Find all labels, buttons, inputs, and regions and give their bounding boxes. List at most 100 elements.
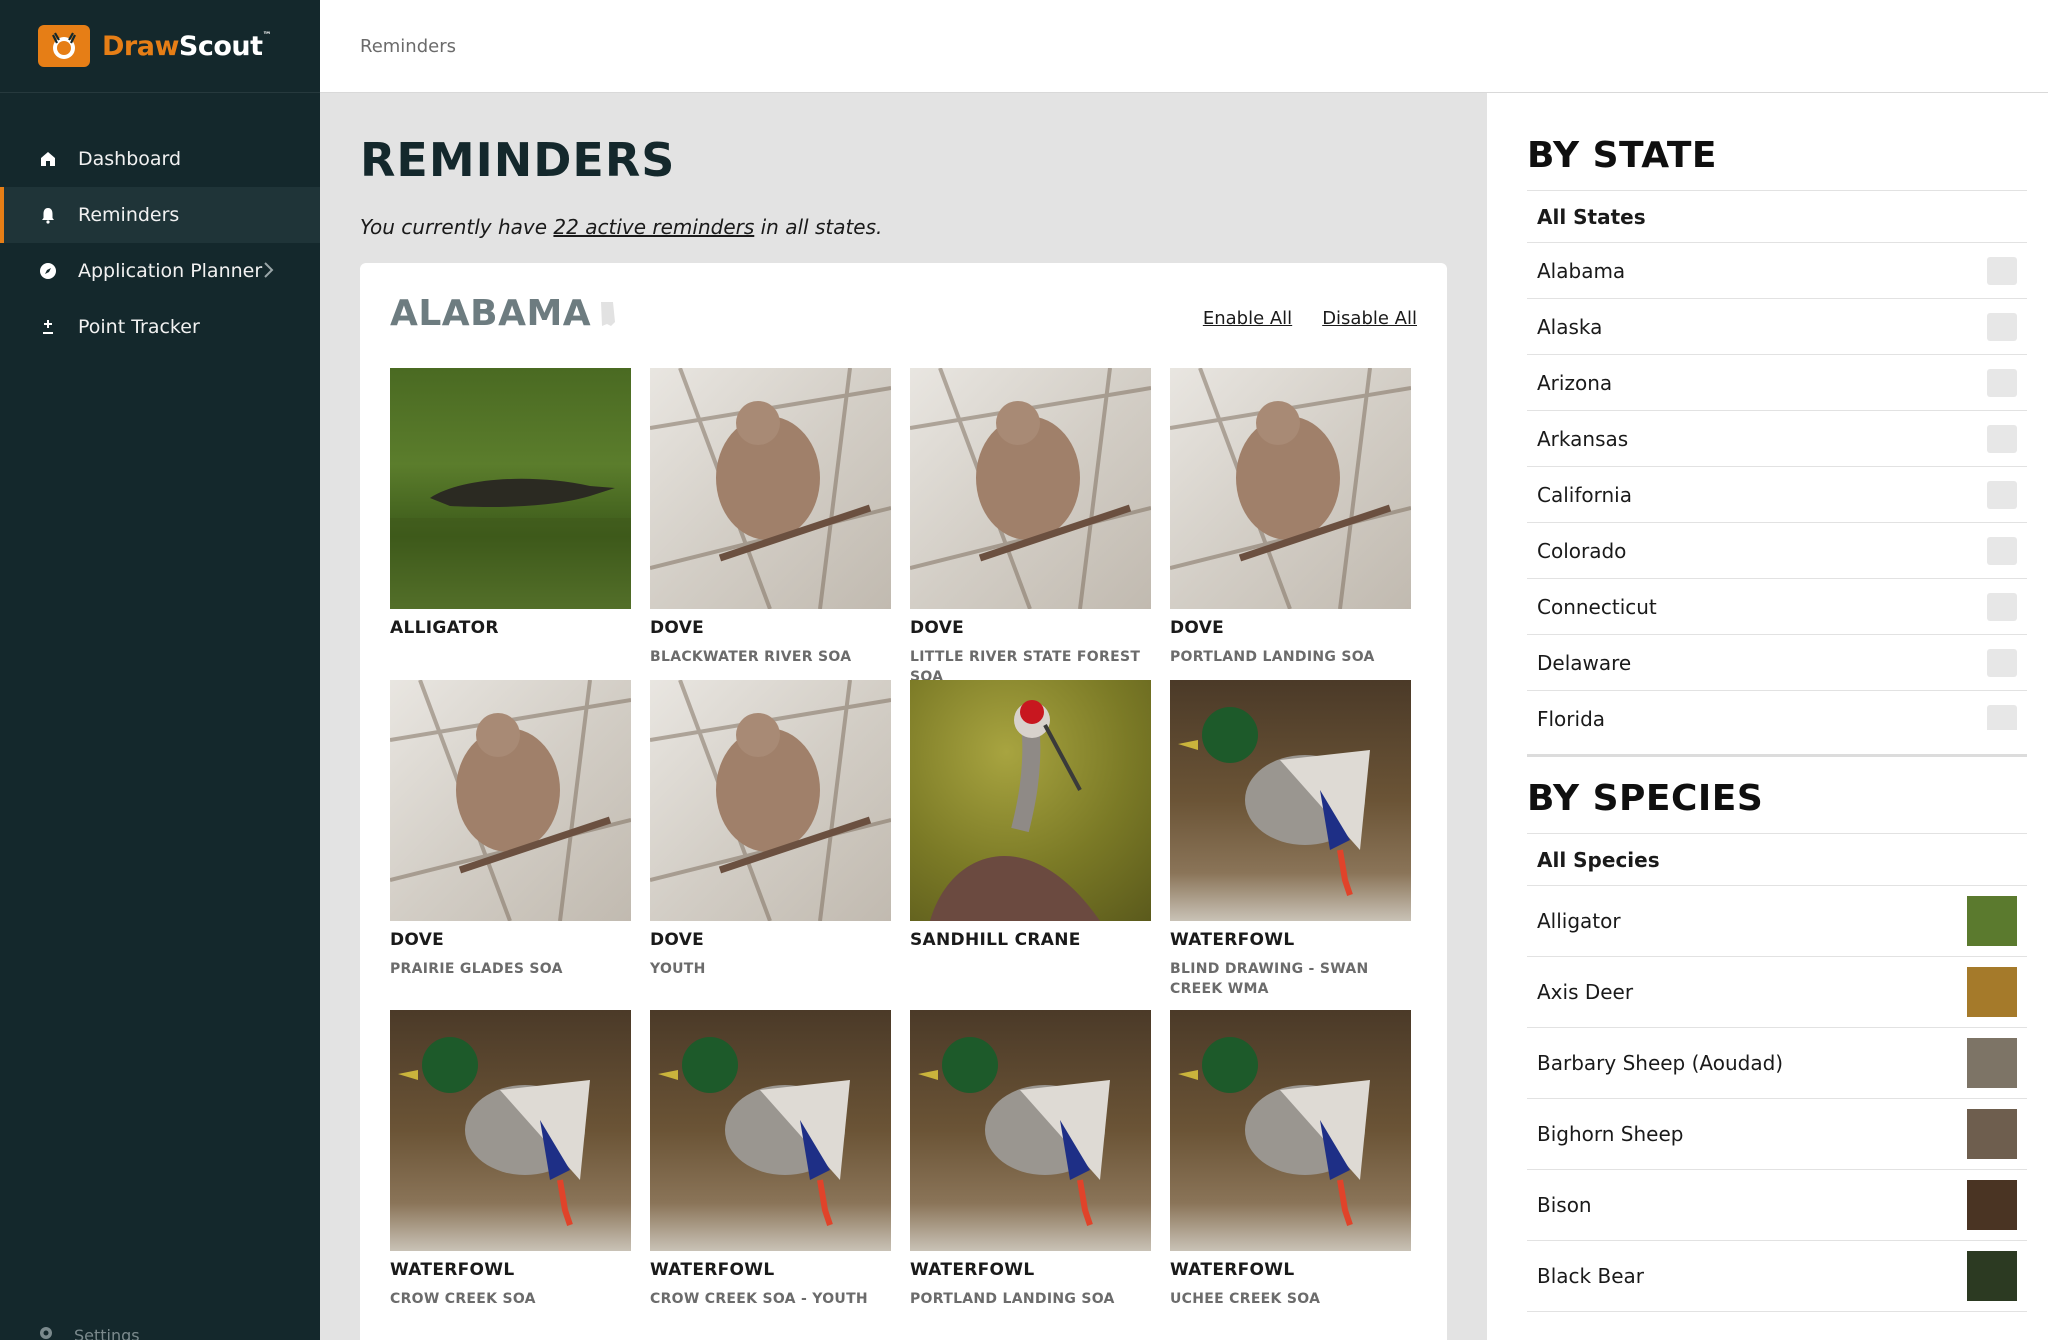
logo[interactable]: DrawScout™ [0,0,320,93]
species-filter-item[interactable]: Barbary Sheep (Aoudad) [1527,1028,2027,1099]
dove-photo[interactable] [1170,368,1411,609]
gear-icon [38,1325,54,1340]
reminder-tile[interactable]: DOVE LITTLE RIVER STATE FOREST SOA [910,368,1151,687]
state-filter-label: Connecticut [1537,594,1657,619]
species-thumbnail [1967,967,2017,1017]
state-filter-item[interactable]: Alaska [1527,299,2027,355]
reminder-hunt-name: CROW CREEK SOA [390,1291,536,1307]
reminder-tile[interactable]: SANDHILL CRANE [910,680,1151,950]
reminder-tile[interactable]: WATERFOWL CROW CREEK SOA [390,1010,631,1309]
reminder-species: DOVE [910,618,965,638]
state-filter-all[interactable]: All States [1527,191,2027,243]
dove-photo[interactable] [650,680,891,921]
species-filter-all-label: All Species [1537,847,1660,872]
nav-item-point-tracker[interactable]: Point Tracker [0,299,320,355]
state-outline-icon [1987,481,2017,509]
reminder-hunt-name: PORTLAND LANDING SOA [910,1291,1115,1307]
bell-icon [38,205,58,225]
logo-text-scout: Scout [178,30,263,62]
crane-photo[interactable] [910,680,1151,921]
species-filter-label: Black Bear [1537,1264,1644,1288]
state-filter-item[interactable]: Arkansas [1527,411,2027,467]
state-filter-item[interactable]: Colorado [1527,523,2027,579]
nav-label-dashboard: Dashboard [78,148,182,170]
state-outline-icon [1987,257,2017,285]
gator-photo[interactable] [390,368,631,609]
reminder-hunt-name: BLACKWATER RIVER SOA [650,649,852,665]
reminder-summary: You currently have 22 active reminders i… [360,215,882,239]
species-filter-item[interactable]: Bison [1527,1170,2027,1241]
by-species-section: BY SPECIES All Species Alligator Axis Dee… [1527,778,2027,1312]
nav-item-dashboard[interactable]: Dashboard [0,131,320,187]
summary-prefix: You currently have [360,215,554,239]
state-header: ALABAMA [390,293,617,334]
nav-item-reminders[interactable]: Reminders [0,187,320,243]
active-reminders-link[interactable]: 22 active reminders [553,215,754,239]
species-thumbnail [1967,1038,2017,1088]
reminder-hunt-name: YOUTH [650,961,706,977]
alabama-outline-icon [601,301,616,326]
species-thumbnail [1967,896,2017,946]
species-filter-item[interactable]: Black Bear [1527,1241,2027,1312]
reminder-species: WATERFOWL [390,1260,515,1280]
duck-photo[interactable] [1170,1010,1411,1251]
nav-item-settings[interactable]: Settings [38,1325,140,1340]
state-outline-icon [1987,649,2017,677]
plus-minus-icon [38,317,58,337]
reminder-tile[interactable]: WATERFOWL PORTLAND LANDING SOA [910,1010,1151,1309]
state-outline-icon [1987,313,2017,341]
species-thumbnail [1967,1180,2017,1230]
species-filter-all[interactable]: All Species [1527,834,2027,886]
dove-photo[interactable] [650,368,891,609]
reminder-tile[interactable]: WATERFOWL BLIND DRAWING - SWAN CREEK WMA [1170,680,1411,999]
state-filter-item[interactable]: Connecticut [1527,579,2027,635]
reminder-tile[interactable]: WATERFOWL CROW CREEK SOA - YOUTH [650,1010,891,1309]
reminder-tile[interactable]: DOVE PRAIRIE GLADES SOA [390,680,631,979]
state-name: ALABAMA [390,293,592,334]
reminder-species: WATERFOWL [1170,1260,1295,1280]
reminder-hunt-name: BLIND DRAWING - SWAN CREEK WMA [1170,961,1369,997]
home-icon [38,149,58,169]
reminder-tile[interactable]: ALLIGATOR [390,368,631,638]
dove-photo[interactable] [390,680,631,921]
state-filter-item[interactable]: Florida [1527,691,2027,730]
species-filter-label: Axis Deer [1537,980,1634,1004]
breadcrumb[interactable]: Reminders [360,36,456,57]
state-filter-item[interactable]: Arizona [1527,355,2027,411]
chevron-right-icon[interactable] [262,261,274,284]
reminder-species: DOVE [1170,618,1225,638]
duck-photo[interactable] [1170,680,1411,921]
reminder-species: DOVE [650,930,705,950]
species-filter-item[interactable]: Bighorn Sheep [1527,1099,2027,1170]
state-outline-icon [1987,593,2017,621]
reminder-tile[interactable]: WATERFOWL UCHEE CREEK SOA [1170,1010,1411,1309]
dove-photo[interactable] [910,368,1151,609]
nav-item-application-planner[interactable]: Application Planner [0,243,320,299]
enable-all-link[interactable]: Enable All [1203,308,1292,329]
disable-all-link[interactable]: Disable All [1322,308,1417,329]
state-filter-item[interactable]: California [1527,467,2027,523]
state-filter-item[interactable]: Delaware [1527,635,2027,691]
logo-trademark: ™ [262,30,272,41]
state-outline-icon [1987,369,2017,397]
reminder-tile[interactable]: DOVE PORTLAND LANDING SOA [1170,368,1411,667]
state-filter-label: Arizona [1537,370,1613,395]
deer-logo-icon [38,25,90,67]
state-reminder-card: ALABAMA Enable All Disable All ALLIGATOR… [360,263,1447,1340]
state-filter-label: Colorado [1537,538,1627,563]
state-filter-all-label: All States [1537,204,1646,229]
page-title: REMINDERS [360,133,676,187]
reminder-tile[interactable]: DOVE YOUTH [650,680,891,979]
species-thumbnail [1967,1109,2017,1159]
species-filter-item[interactable]: Alligator [1527,886,2027,957]
state-actions: Enable All Disable All [1203,308,1417,329]
duck-photo[interactable] [650,1010,891,1251]
state-filter-item[interactable]: Alabama [1527,243,2027,299]
duck-photo[interactable] [390,1010,631,1251]
species-filter-item[interactable]: Axis Deer [1527,957,2027,1028]
state-filter-label: Florida [1537,706,1606,731]
by-state-section: BY STATE All States Alabama Alaska Arizona… [1527,135,2027,730]
duck-photo[interactable] [910,1010,1151,1251]
reminder-hunt-name: CROW CREEK SOA - YOUTH [650,1291,868,1307]
reminder-tile[interactable]: DOVE BLACKWATER RIVER SOA [650,368,891,667]
